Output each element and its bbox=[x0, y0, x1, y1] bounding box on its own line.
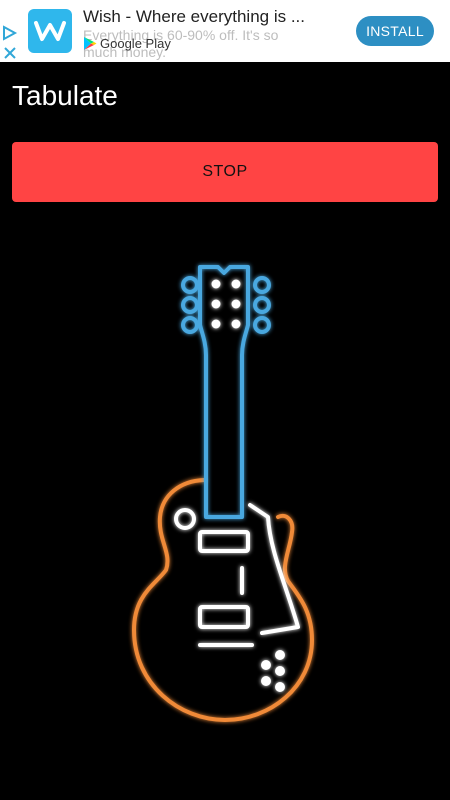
wish-logo[interactable] bbox=[28, 9, 72, 53]
ad-choices-icon[interactable] bbox=[0, 24, 20, 62]
ad-title[interactable]: Wish - Where everything is ... bbox=[83, 7, 313, 27]
google-play-icon bbox=[84, 37, 97, 50]
neon-guitar-icon[interactable] bbox=[120, 255, 330, 730]
store-label: Google Play bbox=[100, 36, 171, 51]
install-button[interactable]: INSTALL bbox=[356, 16, 434, 46]
google-play-badge: Google Play bbox=[83, 36, 171, 51]
page-title: Tabulate bbox=[12, 80, 118, 111]
guitar-details bbox=[174, 279, 300, 692]
stop-button[interactable]: STOP bbox=[12, 142, 438, 202]
ad-banner[interactable]: Wish - Where everything is ... Everythin… bbox=[0, 0, 450, 62]
